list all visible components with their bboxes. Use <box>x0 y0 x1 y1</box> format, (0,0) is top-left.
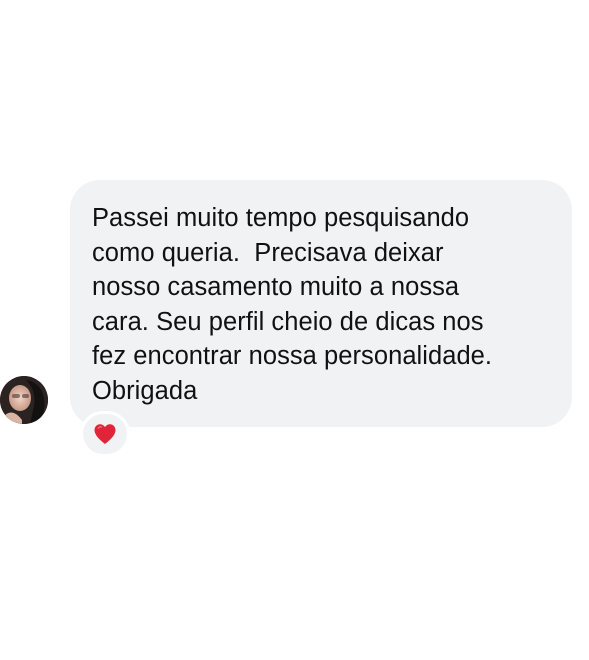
message-thread: Passei muito tempo pesquisando como quer… <box>0 0 589 660</box>
message-reaction[interactable] <box>80 411 130 457</box>
avatar-photo-icon <box>0 376 48 424</box>
red-heart-icon <box>94 424 116 444</box>
message-text: Passei muito tempo pesquisando como quer… <box>92 204 493 405</box>
sender-avatar[interactable] <box>0 376 48 424</box>
message-bubble[interactable]: Passei muito tempo pesquisando como quer… <box>70 180 572 427</box>
